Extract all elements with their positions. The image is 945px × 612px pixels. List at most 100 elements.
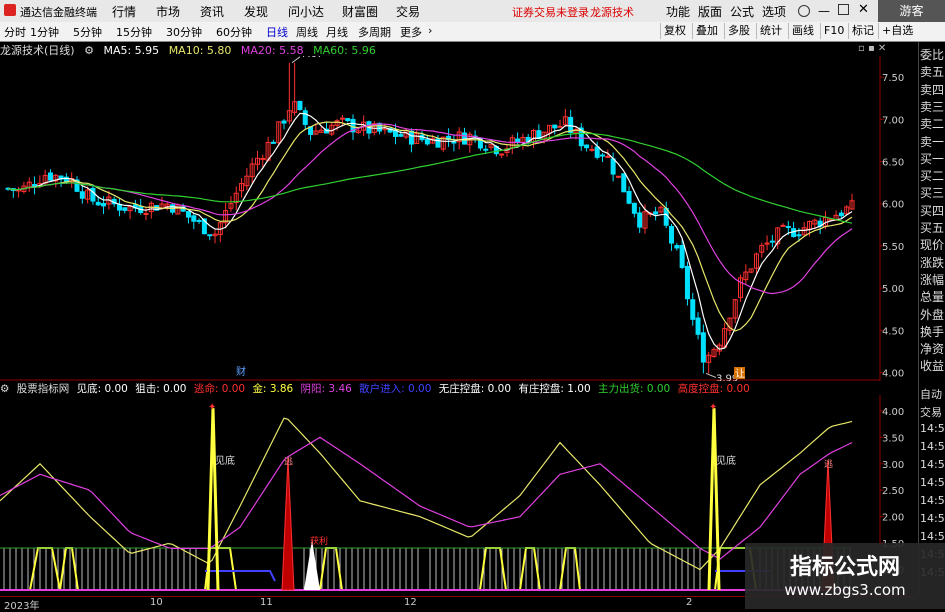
side-label: 涨跌: [920, 255, 945, 270]
tab-15min[interactable]: 15分钟: [116, 24, 152, 40]
price-tick-label: 5.00: [882, 284, 904, 295]
candle-body: [600, 154, 606, 157]
tab-more[interactable]: 更多: [400, 24, 422, 40]
candle-body: [95, 201, 101, 206]
candle-body: [451, 141, 457, 144]
side-label: 卖三: [920, 99, 945, 114]
tool-huaxian[interactable]: 画线: [788, 23, 817, 39]
maximize-icon[interactable]: [838, 4, 849, 15]
ind-tao-text: 逃: [824, 458, 833, 470]
search-icon[interactable]: [798, 5, 810, 17]
ind-gaodu-label: 高度控盘: 0.00: [677, 383, 750, 395]
side-label: 卖二: [920, 117, 945, 132]
candle-body: [653, 211, 659, 215]
candle-body: [302, 110, 308, 125]
indicator-settings-icon[interactable]: ⚙: [0, 383, 9, 395]
menu-jiaoyi[interactable]: 交易: [396, 3, 420, 20]
tool-fuquan[interactable]: 复权: [660, 23, 689, 39]
side-label: 买五: [920, 221, 945, 235]
side-label: 买一: [920, 151, 945, 166]
close-icon[interactable]: ✕: [858, 2, 869, 17]
candle-body: [684, 265, 690, 300]
candle-body: [589, 148, 595, 151]
price-tick-label: 4.50: [882, 326, 904, 337]
tab-daily[interactable]: 日线: [266, 24, 288, 40]
menu-hangqing[interactable]: 行情: [112, 3, 136, 20]
ind-juji-label: 狙击: 0.00: [135, 383, 187, 395]
candle-body: [674, 245, 680, 249]
date-label: 12: [404, 597, 417, 608]
price-chart[interactable]: 7.507.006.506.005.505.004.504.007.673.99…: [0, 56, 918, 381]
tab-monthly[interactable]: 月线: [326, 24, 348, 40]
app-title: 通达信金融终端: [20, 6, 97, 19]
menu-gongneng[interactable]: 功能: [666, 3, 690, 20]
ind-tick-label: 3.00: [882, 460, 904, 471]
ma10-line: [7, 121, 853, 332]
candle-body: [185, 211, 191, 218]
side-label: 14:5: [920, 422, 945, 435]
candle-body: [79, 191, 85, 199]
side-label: 自动: [920, 388, 942, 401]
quote-side-panel: 委比 卖五 卖四 卖三 卖二 卖一 买一 买二 买三 买四 买五 现价 涨跌 涨幅 总量 外盘 换手 净资 收益: [918, 42, 945, 382]
guest-button[interactable]: 游客: [878, 0, 945, 22]
chevron-right-icon[interactable]: ›: [428, 24, 432, 37]
menu-shichang[interactable]: 市场: [156, 3, 180, 20]
price-tick-label: 7.00: [882, 115, 904, 126]
tab-fenshi[interactable]: 分时: [4, 24, 26, 40]
ind-zhuli-label: 主力出货: 0.00: [597, 383, 671, 395]
tool-add-watchlist[interactable]: +自选: [878, 23, 916, 39]
menu-caifuquan[interactable]: 财富圈: [342, 3, 378, 20]
side-label: 14:5: [920, 512, 945, 525]
ind-jiandi-text: 见底: [215, 454, 235, 467]
menu-faxian[interactable]: 发现: [244, 3, 268, 20]
menu-banmian[interactable]: 版面: [698, 3, 722, 20]
app-logo-icon: [4, 4, 16, 16]
candle-body: [515, 138, 521, 143]
candle-body: [483, 148, 489, 151]
candle-body: [101, 202, 107, 207]
minimize-icon[interactable]: —: [818, 4, 830, 18]
candle-body: [281, 120, 287, 124]
candle-body: [796, 234, 802, 237]
tool-biaoji[interactable]: 标记: [848, 23, 877, 39]
trade-login-notice[interactable]: 证券交易未登录: [512, 4, 589, 20]
indicator-legend: ⚙ 股票指标网 见底: 0.00 狙击: 0.00 逃命: 0.00 金: 3.…: [0, 381, 754, 395]
candle-body: [637, 212, 643, 228]
ind-yellow-line: [0, 417, 853, 571]
ma20-line: [7, 123, 853, 295]
date-label: 10: [150, 597, 163, 608]
tab-5min[interactable]: 5分钟: [73, 24, 102, 40]
price-tick-label: 6.00: [882, 200, 904, 211]
side-label: 买三: [920, 186, 945, 201]
menu-xuanxiang[interactable]: 选项: [762, 3, 786, 20]
menu-zixun[interactable]: 资讯: [200, 3, 224, 20]
chart-window-controls[interactable]: ▫ ▪ ✕: [858, 43, 886, 54]
candle-body: [838, 212, 844, 217]
tool-diejia[interactable]: 叠加: [692, 23, 721, 39]
side-label: 涨幅: [920, 272, 945, 287]
high-marker-line: [291, 56, 301, 64]
tool-tongji[interactable]: 统计: [756, 23, 785, 39]
candle-body: [631, 202, 637, 214]
tab-weekly[interactable]: 周线: [296, 24, 318, 40]
candle-body: [191, 215, 197, 222]
tab-multi-period[interactable]: 多周期: [358, 24, 391, 40]
ind-tick-label: 4.00: [882, 407, 904, 418]
tool-f10[interactable]: F10: [820, 23, 847, 39]
side-label: 收益: [920, 359, 945, 374]
candle-body: [143, 212, 149, 215]
menu-wenxiaoda[interactable]: 问小达: [288, 3, 324, 20]
tab-60min[interactable]: 60分钟: [216, 24, 252, 40]
ind-tao-spike: [281, 458, 295, 591]
candle-body: [339, 117, 345, 120]
tab-30min[interactable]: 30分钟: [166, 24, 202, 40]
candle-body: [605, 155, 611, 158]
high-price-label: 7.67: [301, 56, 323, 60]
watermark: 指标公式网 www.zbgs3.com: [745, 543, 945, 609]
candle-body: [499, 153, 505, 156]
tool-duogu[interactable]: 多股: [724, 23, 753, 39]
menu-gongshi[interactable]: 公式: [730, 3, 754, 20]
side-label: 委比: [920, 48, 945, 62]
candle-body: [594, 146, 600, 158]
tab-1min[interactable]: 1分钟: [30, 24, 59, 40]
